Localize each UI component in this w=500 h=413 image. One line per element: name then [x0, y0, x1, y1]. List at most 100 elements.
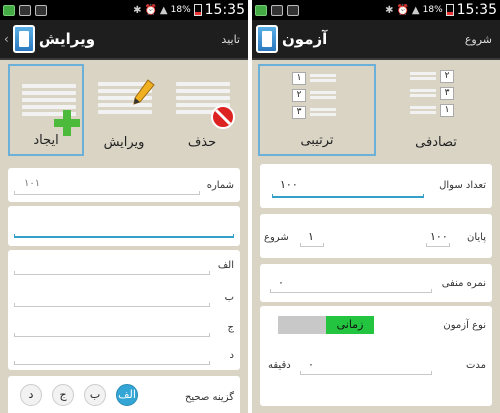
sequential-number-1: ۱ [292, 72, 306, 85]
up-navigation[interactable]: ‹ ویرایش [4, 25, 95, 53]
duration-unit: دقیقه [268, 360, 291, 371]
number-label: شماره [206, 180, 234, 191]
exam-type-toggle[interactable]: زمانی [278, 316, 374, 334]
question-count-panel: تعداد سوال ۱۰۰ [260, 164, 492, 208]
option-c-label: ج [227, 322, 234, 333]
alarm-icon: ⏰ [396, 4, 409, 16]
random-list-icon: ۲ ۳ ۱ [410, 70, 462, 124]
range-start-value: ۱ [308, 230, 314, 243]
signal-icon: ✱ [385, 4, 394, 16]
confirm-button[interactable]: تایید [221, 33, 240, 46]
action-bar: ‹ ویرایش تایید [0, 20, 248, 60]
range-start-label: شروع [264, 232, 289, 243]
option-a-label: الف [217, 260, 234, 271]
exam-type-panel: نوع آزمون زمانی مدت ۰ دقیقه [260, 306, 492, 406]
app-icon [12, 25, 35, 53]
delete-label: حذف [187, 135, 217, 150]
create-button[interactable]: ایجاد [8, 64, 84, 156]
answer-option-d[interactable]: د [20, 384, 42, 406]
battery-icon [193, 4, 202, 16]
screen-title: آزمون [282, 30, 328, 48]
options-panel: الف ب ج د [8, 250, 240, 370]
screen-title: ویرایش [38, 30, 96, 48]
option-b-label: ب [224, 292, 234, 303]
clock: 15:35 [456, 2, 497, 18]
range-end-input[interactable] [426, 243, 450, 247]
negative-score-label: نمره منفی [441, 278, 486, 289]
chevron-left-icon: ‹ [4, 32, 9, 46]
question-count-value: ۱۰۰ [280, 178, 298, 191]
app-icon [256, 25, 278, 53]
edit-list-icon [98, 79, 155, 120]
clock: 15:35 [204, 2, 245, 18]
sd-card-icon [35, 4, 47, 16]
random-mode-button[interactable]: ۲ ۳ ۱ تصادفی [380, 64, 492, 156]
image-notification-icon [271, 4, 283, 16]
correct-answer-panel: گزینه صحیح الف ب ج د [8, 376, 240, 413]
range-panel: پایان ۱۰۰ شروع ۱ [260, 214, 492, 258]
edit-screen: ✱ ⏰ ▲ 18% 15:35 ‹ ویرایش تایید ایجاد ویر… [0, 0, 248, 413]
battery-percent: 18% [422, 5, 443, 15]
option-d-input[interactable] [14, 361, 210, 365]
app-notification-icon [255, 4, 267, 16]
negative-score-input[interactable] [270, 289, 432, 293]
wifi-icon: ▲ [159, 4, 168, 16]
sequential-list-icon: ۱ ۲ ۳ [292, 72, 344, 126]
edit-label: ویرایش [103, 135, 145, 150]
duration-input[interactable] [300, 371, 432, 375]
duration-label: مدت [465, 360, 486, 371]
battery-percent: 18% [170, 5, 191, 15]
question-count-label: تعداد سوال [439, 180, 486, 191]
question-panel [8, 206, 240, 246]
wifi-icon: ▲ [411, 4, 420, 16]
random-number-3: ۱ [440, 104, 454, 117]
negative-score-panel: نمره منفی ۰ [260, 264, 492, 302]
option-b-input[interactable] [14, 303, 210, 307]
option-d-label: د [229, 350, 234, 361]
negative-score-value: ۰ [278, 276, 284, 289]
range-end-value: ۱۰۰ [430, 230, 448, 243]
sequential-label: ترتیبی [300, 133, 334, 148]
option-a-input[interactable] [14, 271, 210, 275]
app-notification-icon [3, 4, 15, 16]
correct-answer-label: گزینه صحیح [184, 392, 234, 403]
range-end-label: پایان [466, 232, 486, 243]
range-start-input[interactable] [300, 243, 324, 247]
status-bar: ✱ ⏰ ▲ 18% 15:35 [252, 0, 500, 20]
exam-type-label: نوع آزمون [443, 320, 486, 331]
number-value: ۱۰۱ [24, 178, 41, 189]
random-number-1: ۲ [440, 70, 454, 83]
edit-button[interactable]: ویرایش [86, 64, 162, 156]
image-notification-icon [19, 4, 31, 16]
question-input[interactable] [14, 234, 234, 238]
create-label: ایجاد [33, 133, 59, 148]
random-number-2: ۳ [440, 87, 454, 100]
answer-option-b[interactable]: ب [84, 384, 106, 406]
start-button[interactable]: شروع [465, 33, 492, 46]
signal-icon: ✱ [133, 4, 142, 16]
number-panel: شماره ۱۰۱ [8, 168, 240, 202]
delete-list-icon [176, 82, 235, 129]
tool-bar: ایجاد ویرایش حذف [0, 62, 248, 160]
alarm-icon: ⏰ [144, 4, 157, 16]
action-bar: آزمون شروع [252, 20, 500, 60]
delete-button[interactable]: حذف [164, 64, 240, 156]
up-navigation[interactable]: آزمون [256, 25, 327, 53]
sd-card-icon [287, 4, 299, 16]
question-count-input[interactable] [272, 194, 424, 198]
battery-icon [445, 4, 454, 16]
number-input[interactable] [14, 191, 200, 195]
answer-option-a[interactable]: الف [116, 384, 138, 406]
sequential-number-2: ۲ [292, 89, 306, 102]
timed-toggle-label: زمانی [326, 316, 374, 334]
add-list-icon [22, 84, 80, 136]
status-bar: ✱ ⏰ ▲ 18% 15:35 [0, 0, 248, 20]
exam-screen: ✱ ⏰ ▲ 18% 15:35 آزمون شروع ۱ ۲ ۳ ترتیبی … [252, 0, 500, 413]
random-label: تصادفی [415, 135, 457, 150]
answer-option-c[interactable]: ج [52, 384, 74, 406]
duration-value: ۰ [308, 358, 314, 371]
option-c-input[interactable] [14, 333, 210, 337]
sequential-mode-button[interactable]: ۱ ۲ ۳ ترتیبی [258, 64, 376, 156]
mode-bar: ۱ ۲ ۳ ترتیبی ۲ ۳ ۱ تصادفی [252, 62, 500, 160]
sequential-number-3: ۳ [292, 106, 306, 119]
